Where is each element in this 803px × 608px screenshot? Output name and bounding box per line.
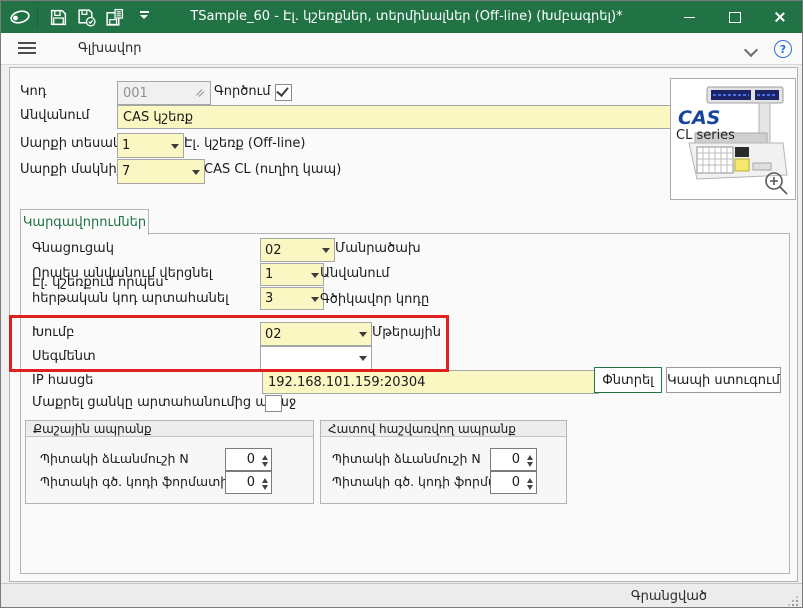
segment-label: Սեգմենտ — [32, 346, 96, 368]
save-list-icon — [105, 8, 124, 27]
window-controls — [667, 1, 802, 33]
close-button[interactable] — [757, 1, 802, 33]
price-list-label: Գնացուցակ — [32, 238, 114, 260]
auto-number-icon — [194, 87, 205, 102]
group-label: Խումբ — [32, 322, 74, 344]
device-type-description: Էլ. կշեռք (Off-line) — [184, 133, 305, 155]
name-label: Անվանում — [20, 105, 89, 127]
group-select[interactable]: 02 — [260, 322, 372, 346]
chevron-down-icon — [322, 248, 330, 257]
piece-goods-title: Հատով հաշվառվող ապրանք — [321, 421, 566, 437]
resize-grip[interactable] — [789, 597, 798, 606]
chevron-down-icon — [192, 170, 200, 179]
ip-label: IP հասցե — [32, 370, 93, 392]
chevron-down-icon — [359, 356, 367, 365]
save-and-close-button[interactable] — [72, 3, 100, 31]
spinner-arrows-icon[interactable] — [527, 452, 533, 470]
chevron-down-icon — [311, 273, 319, 282]
device-image: CAS CL series — [670, 78, 796, 200]
connection-test-button[interactable]: Կապի ստուգում — [666, 367, 781, 393]
device-model-value: 7 — [122, 164, 130, 179]
group-value: 02 — [265, 327, 282, 342]
active-label: Գործում է — [214, 81, 281, 103]
device-type-select[interactable]: 1 — [117, 133, 184, 158]
weighted-template-spinner[interactable]: 0 — [225, 448, 272, 471]
weighted-goods-title: Քաշային ապրանք — [26, 421, 313, 437]
ip-value: 192.168.101.159:20304 — [268, 375, 425, 390]
segment-select[interactable] — [260, 346, 372, 370]
form-panel: Կոդ 001 Գործում է Անվանում CAS կշեռք Սար… — [9, 67, 798, 582]
device-model-select[interactable]: 7 — [117, 159, 205, 184]
weighted-barcode-spinner[interactable]: 0 — [225, 471, 272, 494]
maximize-button[interactable] — [712, 1, 757, 33]
take-as-name-description: Անվանում — [320, 263, 389, 285]
minimize-icon — [684, 17, 695, 18]
piece-template-value: 0 — [512, 449, 520, 470]
window-title: TSample_60 - Էլ. կշեռքներ, տերմինալներ (… — [161, 1, 652, 33]
hamburger-menu-button[interactable] — [18, 42, 36, 55]
minimize-button[interactable] — [667, 1, 712, 33]
title-bar: TSample_60 - Էլ. կշեռքներ, տերմինալներ (… — [1, 1, 802, 33]
serial-code-label-line2: հերթական կոդ արտահանել — [32, 291, 229, 307]
device-type-label: Սարքի տեսակ — [20, 133, 121, 155]
weighted-barcode-value: 0 — [247, 472, 255, 493]
take-as-name-select[interactable]: 1 — [260, 263, 324, 286]
search-button[interactable]: Փնտրել — [594, 367, 662, 393]
ip-input[interactable]: 192.168.101.159:20304 — [262, 370, 599, 394]
device-model-description: CAS CL (ուղիղ կապ) — [204, 159, 341, 181]
app-window: TSample_60 - Էլ. կշեռքներ, տերմինալներ (… — [0, 0, 803, 608]
spinner-arrows-icon[interactable] — [262, 475, 268, 493]
app-logo-icon — [9, 8, 31, 26]
group-description: Մթերային — [372, 322, 441, 344]
serial-code-description: Գծիկավոր կոդը — [320, 289, 429, 311]
save-button[interactable] — [44, 3, 72, 31]
menu-bar: Գլխավոր ? — [1, 33, 802, 65]
name-value: CAS կշեռք — [123, 110, 193, 125]
weighted-template-label: Պիտակի ձևանմուշի N — [40, 448, 189, 469]
chevron-down-icon — [359, 332, 367, 341]
help-button[interactable]: ? — [774, 40, 792, 58]
price-list-description: Մանրածախ — [335, 238, 421, 260]
name-input[interactable]: CAS կշեռք — [117, 105, 676, 129]
piece-barcode-value: 0 — [512, 472, 520, 493]
maximize-icon — [729, 12, 741, 23]
clear-list-label: Մաքրել ցանկը արտահանումից առաջ — [32, 392, 296, 414]
spinner-arrows-icon[interactable] — [262, 452, 268, 470]
status-text: Գրանցված — [631, 584, 707, 608]
weighted-template-value: 0 — [247, 449, 255, 470]
chevron-down-icon[interactable] — [744, 43, 758, 57]
piece-barcode-spinner[interactable]: 0 — [490, 471, 537, 494]
serial-code-select[interactable]: 3 — [260, 287, 324, 310]
status-bar: Գրանցված — [1, 583, 802, 608]
chevron-down-icon — [171, 144, 179, 153]
menu-item-main[interactable]: Գլխավոր — [78, 33, 141, 64]
cl-series-text: CL series — [676, 128, 735, 143]
spinner-arrows-icon[interactable] — [527, 475, 533, 493]
serial-code-label-line1: Էլ. կշեռքում որպես — [32, 275, 164, 291]
device-model-label: Սարքի մակնիշ — [20, 159, 123, 181]
tab-settings[interactable]: Կարգավորումներ — [20, 209, 149, 235]
price-list-value: 02 — [265, 243, 282, 258]
cas-logo-text: CAS — [678, 107, 720, 129]
serial-code-value: 3 — [265, 291, 273, 306]
device-type-value: 1 — [122, 138, 130, 153]
toolbar-separator — [37, 7, 38, 27]
code-value: 001 — [123, 86, 148, 101]
code-input: 001 — [117, 81, 211, 105]
save-and-new-button[interactable] — [100, 3, 128, 31]
clear-list-checkbox[interactable] — [265, 395, 282, 412]
piece-template-spinner[interactable]: 0 — [490, 448, 537, 471]
chevron-down-icon — [311, 297, 319, 306]
price-list-select[interactable]: 02 — [260, 238, 335, 262]
piece-template-label: Պիտակի ձևանմուշի N — [332, 448, 481, 469]
save-icon — [49, 8, 68, 27]
take-as-name-value: 1 — [265, 267, 273, 282]
chevron-down-icon — [140, 15, 148, 23]
weighted-barcode-label: Պիտակի գծ. կոդի ֆորմատի N — [40, 471, 242, 492]
close-icon — [774, 11, 786, 23]
active-checkbox[interactable] — [275, 84, 292, 101]
save-check-icon — [77, 8, 96, 27]
toolbar-options-button[interactable] — [134, 11, 154, 23]
code-label: Կոդ — [20, 81, 46, 103]
